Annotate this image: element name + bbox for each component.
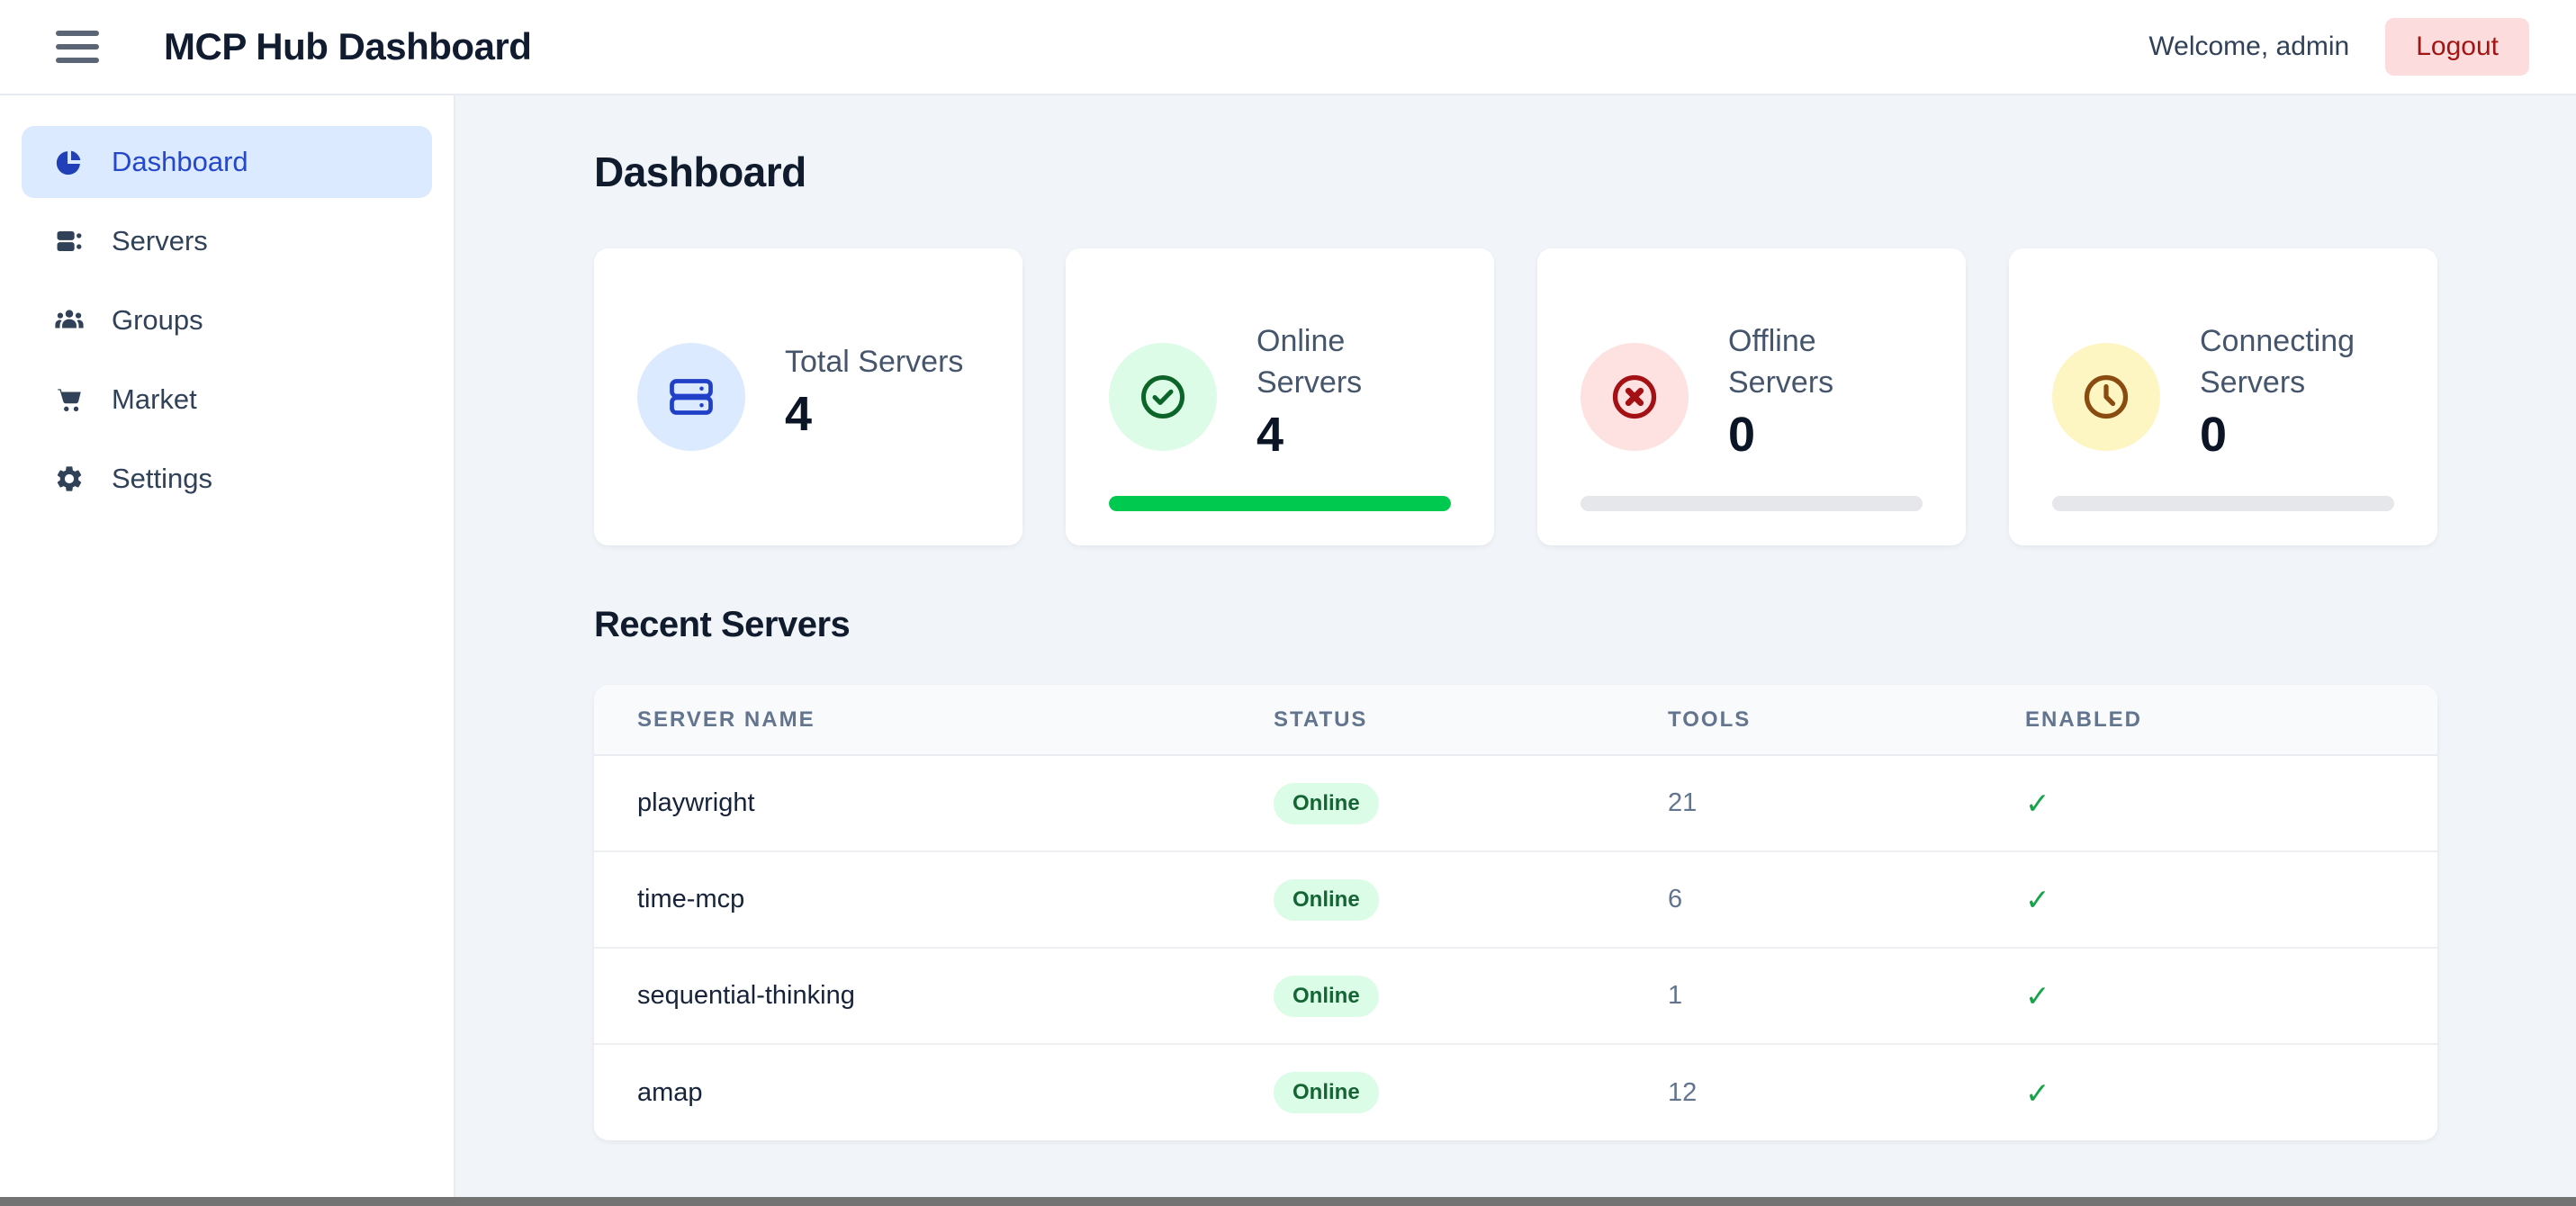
stat-card-connecting-servers: Connecting Servers 0 (2009, 248, 2437, 545)
progress-track (1109, 496, 1451, 511)
clock-icon (2052, 343, 2160, 451)
stat-card-grid: Total Servers 4 Online Servers 4 (594, 248, 2437, 545)
progress-fill (1109, 496, 1451, 511)
stat-value: 4 (785, 388, 963, 440)
pie-chart-icon (54, 147, 85, 177)
progress-track (2052, 496, 2394, 511)
header-right: Welcome, admin Logout (2148, 18, 2529, 76)
progress-track (1581, 496, 1923, 511)
sidebar-item-dashboard[interactable]: Dashboard (22, 126, 432, 198)
stat-value: 0 (1728, 409, 1923, 461)
page-title: Dashboard (594, 148, 2437, 196)
sidebar-item-label: Groups (112, 304, 203, 337)
stat-label: Total Servers (785, 341, 963, 382)
app-title: MCP Hub Dashboard (164, 25, 531, 68)
server-name-cell: playwright (637, 788, 755, 817)
sidebar-item-groups[interactable]: Groups (22, 284, 432, 356)
table-header-row: SERVER NAME STATUS TOOLS ENABLED (594, 685, 2437, 755)
welcome-text: Welcome, admin (2148, 32, 2349, 62)
tools-count-cell: 6 (1668, 885, 1682, 914)
stat-card-offline-servers: Offline Servers 0 (1537, 248, 1966, 545)
sidebar-item-label: Market (112, 383, 197, 416)
main-area: Dashboard Total Servers 4 (455, 95, 2576, 1197)
recent-servers-tbody: playwright Online 21 ✓ time-mcp Online 6… (594, 755, 2437, 1140)
x-circle-icon (1581, 343, 1689, 451)
recent-servers-table: SERVER NAME STATUS TOOLS ENABLED playwri… (594, 685, 2437, 1140)
gear-icon (54, 464, 85, 494)
stat-value: 4 (1256, 409, 1451, 461)
column-header-status: STATUS (1274, 685, 1668, 755)
stat-value: 0 (2200, 409, 2394, 461)
table-row: playwright Online 21 ✓ (594, 755, 2437, 851)
app-header: MCP Hub Dashboard Welcome, admin Logout (0, 0, 2576, 95)
enabled-check-icon: ✓ (2025, 1076, 2050, 1110)
enabled-check-icon: ✓ (2025, 883, 2050, 916)
recent-servers-title: Recent Servers (594, 605, 2437, 645)
enabled-check-icon: ✓ (2025, 787, 2050, 820)
stat-label: Online Servers (1256, 320, 1451, 403)
sidebar-item-label: Settings (112, 463, 212, 495)
table-row: amap Online 12 ✓ (594, 1044, 2437, 1140)
sidebar: Dashboard Servers (0, 95, 455, 1197)
status-badge: Online (1274, 879, 1379, 921)
cart-icon (54, 384, 85, 415)
sidebar-item-settings[interactable]: Settings (22, 443, 432, 515)
window-bottom-edge (0, 1197, 2576, 1206)
column-header-server-name: SERVER NAME (594, 685, 1274, 755)
server-name-cell: time-mcp (637, 885, 744, 914)
tools-count-cell: 21 (1668, 788, 1697, 817)
sidebar-item-label: Servers (112, 225, 208, 257)
tools-count-cell: 12 (1668, 1078, 1697, 1107)
server-stack-icon (54, 226, 85, 256)
recent-servers-table-card: SERVER NAME STATUS TOOLS ENABLED playwri… (594, 685, 2437, 1140)
logout-button[interactable]: Logout (2385, 18, 2529, 76)
tools-count-cell: 1 (1668, 981, 1682, 1010)
table-row: time-mcp Online 6 ✓ (594, 851, 2437, 948)
status-badge: Online (1274, 976, 1379, 1017)
server-icon (637, 343, 745, 451)
stat-label: Offline Servers (1728, 320, 1923, 403)
sidebar-item-label: Dashboard (112, 146, 248, 178)
check-circle-icon (1109, 343, 1217, 451)
stat-card-online-servers: Online Servers 4 (1066, 248, 1494, 545)
status-badge: Online (1274, 1072, 1379, 1113)
server-name-cell: amap (637, 1078, 703, 1107)
enabled-check-icon: ✓ (2025, 979, 2050, 1012)
hamburger-menu-icon[interactable] (56, 31, 99, 63)
status-badge: Online (1274, 783, 1379, 824)
people-icon (54, 305, 85, 336)
column-header-tools: TOOLS (1668, 685, 2025, 755)
stat-label: Connecting Servers (2200, 320, 2394, 403)
sidebar-item-market[interactable]: Market (22, 364, 432, 436)
server-name-cell: sequential-thinking (637, 981, 855, 1010)
table-row: sequential-thinking Online 1 ✓ (594, 948, 2437, 1044)
column-header-enabled: ENABLED (2025, 685, 2437, 755)
sidebar-item-servers[interactable]: Servers (22, 205, 432, 277)
stat-card-total-servers: Total Servers 4 (594, 248, 1022, 545)
